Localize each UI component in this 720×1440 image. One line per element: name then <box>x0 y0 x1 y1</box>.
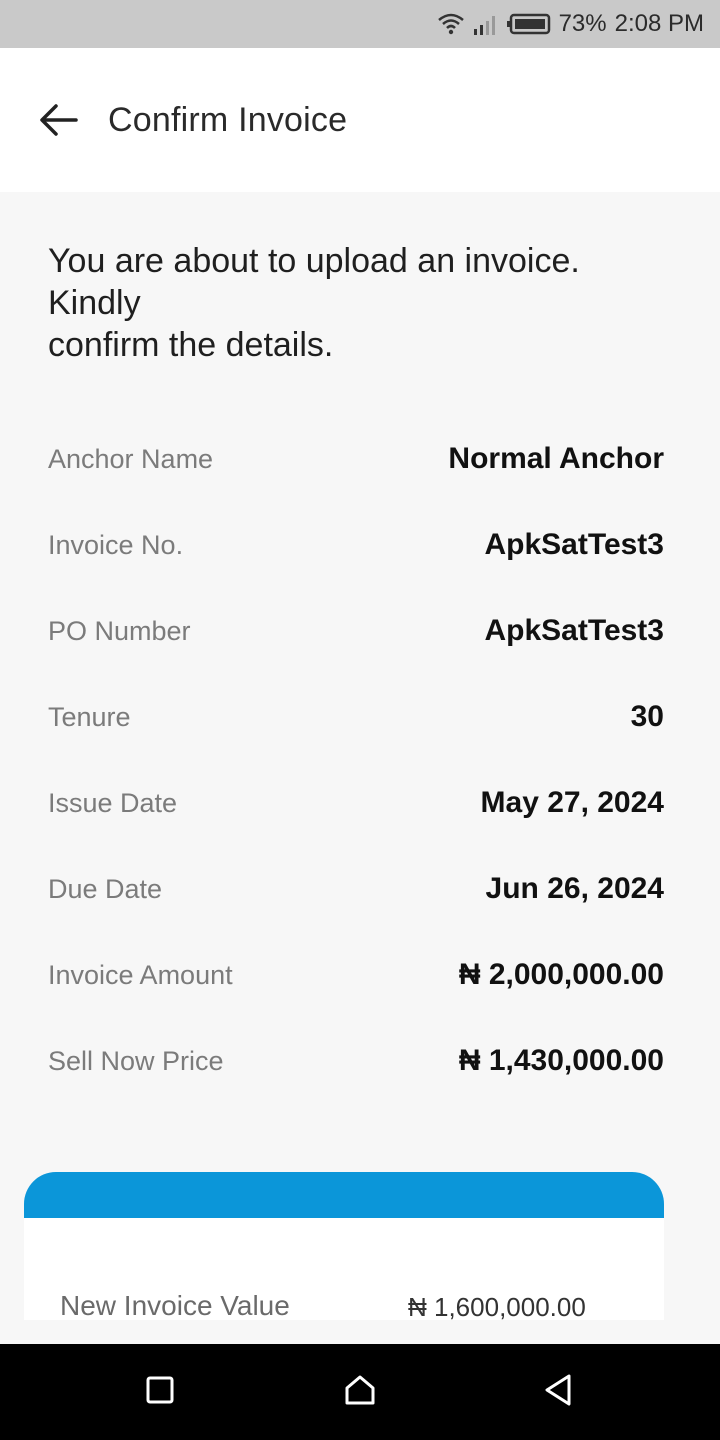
intro-text: You are about to upload an invoice. Kind… <box>48 240 648 366</box>
system-nav-bar <box>0 1344 720 1440</box>
page-title: Confirm Invoice <box>108 101 348 139</box>
triangle-back-icon <box>542 1373 574 1412</box>
arrow-left-icon <box>38 102 78 143</box>
home-button[interactable] <box>336 1368 384 1416</box>
new-invoice-value-label: New Invoice Value <box>60 1290 290 1320</box>
detail-label: Anchor Name <box>48 444 214 474</box>
battery-icon <box>506 13 551 35</box>
new-invoice-value: ₦ 1,600,000.00 <box>408 1292 586 1320</box>
app-bar: Confirm Invoice <box>0 48 720 192</box>
intro-line: You are about to upload an invoice. <box>48 242 580 280</box>
back-nav-button[interactable] <box>534 1368 582 1416</box>
signal-icon <box>473 12 499 36</box>
detail-value: ₦ 1,430,000.00 <box>458 1044 664 1077</box>
detail-label: Invoice No. <box>48 530 184 560</box>
wifi-icon <box>437 12 465 36</box>
status-bar: 73% 2:08 PM <box>0 0 720 48</box>
detail-label: Tenure <box>48 702 131 732</box>
detail-value: May 27, 2024 <box>480 786 664 819</box>
detail-row-due-date: Due Date Jun 26, 2024 <box>48 862 664 948</box>
detail-row-sell-now-price: Sell Now Price ₦ 1,430,000.00 <box>48 1034 664 1120</box>
status-icons: 73% 2:08 PM <box>437 0 704 48</box>
content-area: You are about to upload an invoice. Kind… <box>0 192 720 1344</box>
home-icon <box>343 1374 377 1411</box>
clock: 2:08 PM <box>614 10 704 37</box>
detail-row-invoice-no: Invoice No. ApkSatTest3 <box>48 518 664 604</box>
battery-percent: 73% <box>558 10 607 37</box>
recents-button[interactable] <box>136 1368 184 1416</box>
detail-label: Issue Date <box>48 788 178 818</box>
detail-label: Due Date <box>48 874 163 904</box>
detail-row-invoice-amount: Invoice Amount ₦ 2,000,000.00 <box>48 948 664 1034</box>
detail-value: ApkSatTest3 <box>484 614 664 647</box>
detail-row-tenure: Tenure 30 <box>48 690 664 776</box>
square-icon <box>145 1375 175 1410</box>
detail-row-issue-date: Issue Date May 27, 2024 <box>48 776 664 862</box>
detail-value: ApkSatTest3 <box>484 528 664 561</box>
detail-value: 30 <box>630 700 664 733</box>
detail-value: ₦ 2,000,000.00 <box>458 958 664 991</box>
summary-card: New Invoice Value ₦ 1,600,000.00 <box>24 1218 664 1320</box>
detail-label: Sell Now Price <box>48 1046 224 1076</box>
detail-value: Normal Anchor <box>448 442 664 475</box>
detail-row-anchor-name: Anchor Name Normal Anchor <box>48 432 664 518</box>
detail-label: PO Number <box>48 616 191 646</box>
back-button[interactable] <box>30 98 86 146</box>
summary-card-header <box>24 1172 664 1218</box>
detail-value: Jun 26, 2024 <box>485 872 664 905</box>
intro-line: confirm the details. <box>48 326 334 364</box>
intro-line: Kindly <box>48 284 141 322</box>
detail-label: Invoice Amount <box>48 960 233 990</box>
detail-row-po-number: PO Number ApkSatTest3 <box>48 604 664 690</box>
invoice-details: Anchor Name Normal Anchor Invoice No. Ap… <box>48 432 664 1120</box>
